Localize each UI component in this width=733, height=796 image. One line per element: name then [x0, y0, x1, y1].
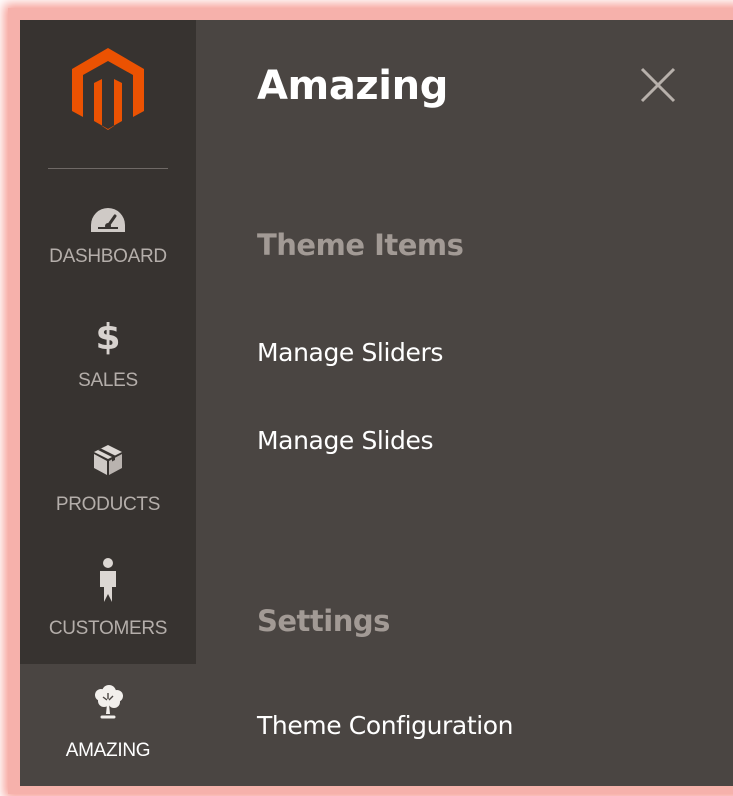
gauge-icon — [88, 200, 128, 240]
sidebar-item-label: SALES — [78, 370, 138, 391]
admin-app: DASHBOARD $ SALES PRODUCTS CUSTOMERS AMA… — [20, 20, 733, 786]
person-icon — [88, 558, 128, 602]
sidebar-item-sales[interactable]: $ SALES — [20, 312, 196, 434]
sidebar-divider — [48, 168, 168, 169]
sidebar-item-customers[interactable]: CUSTOMERS — [20, 558, 196, 680]
section-title-theme-items: Theme Items — [257, 228, 464, 262]
menu-link-manage-slides[interactable]: Manage Slides — [257, 426, 433, 455]
sidebar-item-dashboard[interactable]: DASHBOARD — [20, 190, 196, 312]
submenu-panel: Amazing Theme Items Manage Sliders Manag… — [196, 20, 733, 786]
admin-sidebar: DASHBOARD $ SALES PRODUCTS CUSTOMERS AMA… — [20, 20, 196, 786]
tree-icon — [88, 682, 128, 722]
panel-title: Amazing — [257, 63, 448, 109]
menu-link-theme-configuration[interactable]: Theme Configuration — [257, 711, 514, 740]
section-title-settings: Settings — [257, 604, 390, 638]
sidebar-item-amazing[interactable]: AMAZING — [20, 664, 196, 786]
sidebar-item-label: DASHBOARD — [49, 246, 167, 267]
sidebar-item-products[interactable]: PRODUCTS — [20, 436, 196, 558]
menu-link-manage-sliders[interactable]: Manage Sliders — [257, 338, 443, 367]
sidebar-item-label: PRODUCTS — [55, 494, 161, 515]
dollar-glyph: $ — [95, 317, 121, 358]
magento-logo-icon[interactable] — [70, 48, 146, 132]
close-icon[interactable] — [639, 66, 677, 104]
dollar-icon: $ — [88, 318, 128, 358]
sidebar-item-label: CUSTOMERS — [48, 618, 168, 639]
sidebar-item-label: AMAZING — [65, 740, 151, 761]
box-icon — [88, 440, 128, 480]
